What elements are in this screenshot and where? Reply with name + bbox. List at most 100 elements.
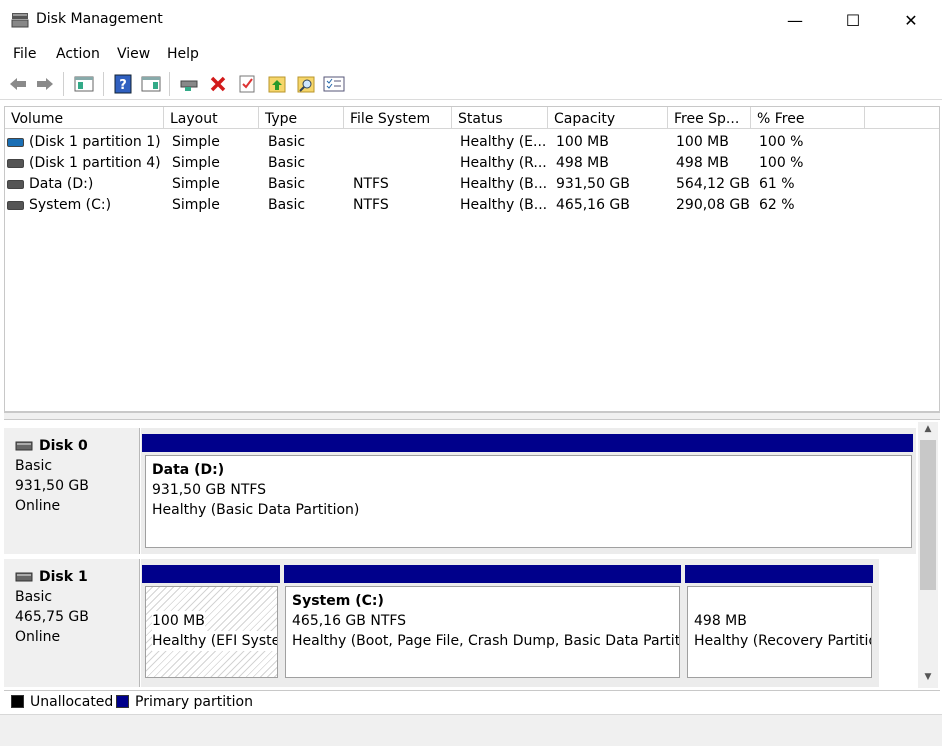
help-button[interactable]: ? — [111, 72, 135, 96]
search-folder-icon — [297, 76, 315, 93]
column-header-free-space[interactable]: Free Sp... — [668, 107, 751, 129]
volume-icon — [7, 138, 24, 147]
column-header-file-system[interactable]: File System — [344, 107, 452, 129]
back-arrow-icon — [10, 78, 26, 90]
folder-up-icon — [268, 76, 286, 93]
column-header-volume[interactable]: Volume — [5, 107, 164, 129]
disk-size: 931,50 GB — [15, 478, 89, 494]
check-button[interactable] — [235, 72, 259, 96]
volume-icon — [7, 159, 24, 168]
partition-efi[interactable]: 100 MB Healthy (EFI System Partition) — [145, 586, 278, 678]
table-cell-capacity: 931,50 GB — [556, 176, 630, 192]
partition-bar — [142, 434, 913, 452]
column-header-capacity[interactable]: Capacity — [548, 107, 668, 129]
table-cell-pct: 100 % — [759, 155, 804, 171]
pane-splitter[interactable] — [4, 412, 940, 420]
legend-label-unallocated: Unallocated — [30, 694, 114, 710]
volume-icon — [7, 180, 24, 189]
disk-type: Basic — [15, 589, 53, 605]
back-button[interactable] — [6, 72, 30, 96]
partition-title — [152, 591, 277, 611]
partition-system-c[interactable]: System (C:) 465,16 GB NTFS Healthy (Boot… — [285, 586, 680, 678]
table-cell-fs: NTFS — [353, 197, 389, 213]
toolbar-separator — [63, 72, 64, 96]
maximize-icon: ☐ — [845, 10, 861, 30]
table-cell-fs: NTFS — [353, 176, 389, 192]
table-cell-volume: Data (D:) — [29, 176, 94, 192]
status-bar — [0, 714, 942, 746]
table-cell-status: Healthy (E... — [460, 134, 546, 150]
legend-label-primary: Primary partition — [135, 694, 253, 710]
disk-name: Disk 1 — [39, 569, 88, 585]
partition-data-d[interactable]: Data (D:) 931,50 GB NTFS Healthy (Basic … — [145, 455, 912, 548]
volume-icon — [7, 201, 24, 210]
svg-text:?: ? — [119, 78, 127, 93]
menu-view[interactable]: View — [117, 46, 150, 62]
properties-pane-icon — [141, 76, 161, 92]
table-cell-capacity: 100 MB — [556, 134, 609, 150]
table-cell-status: Healthy (B... — [460, 176, 546, 192]
close-button[interactable]: ✕ — [882, 0, 940, 40]
legend-swatch-primary — [116, 695, 129, 708]
table-cell-pct: 61 % — [759, 176, 795, 192]
disk-1-label[interactable]: Disk 1 Basic 465,75 GB Online — [4, 559, 140, 687]
connect-disk-button[interactable] — [178, 72, 202, 96]
partition-recovery[interactable]: 498 MB Healthy (Recovery Partition) — [687, 586, 872, 678]
scroll-down-icon[interactable]: ▼ — [920, 672, 936, 686]
properties-button[interactable] — [139, 72, 163, 96]
console-tree-icon — [74, 76, 94, 92]
forward-button[interactable] — [33, 72, 57, 96]
table-cell-pct: 100 % — [759, 134, 804, 150]
search-button[interactable] — [294, 72, 318, 96]
delete-x-icon — [210, 76, 226, 92]
partition-bar — [685, 565, 873, 583]
list-view-button[interactable] — [322, 72, 346, 96]
legend-swatch-unallocated — [11, 695, 24, 708]
table-cell-type: Basic — [268, 176, 306, 192]
help-icon: ? — [114, 74, 132, 94]
table-cell-pct: 62 % — [759, 197, 795, 213]
partition-status: Healthy (EFI System Partition) — [152, 631, 277, 651]
column-header-type[interactable]: Type — [259, 107, 344, 129]
show-hide-console-button[interactable] — [72, 72, 96, 96]
table-cell-type: Basic — [268, 155, 306, 171]
table-cell-free: 290,08 GB — [676, 197, 750, 213]
table-cell-layout: Simple — [172, 134, 220, 150]
forward-arrow-icon — [37, 78, 53, 90]
minimize-icon: — — [787, 10, 803, 30]
toolbar-separator — [103, 72, 104, 96]
scrollbar-thumb[interactable] — [920, 440, 936, 590]
disk-0-label[interactable]: Disk 0 Basic 931,50 GB Online — [4, 428, 140, 554]
disk-management-app-icon — [11, 13, 29, 28]
disk-name: Disk 0 — [39, 438, 88, 454]
column-header-status[interactable]: Status — [452, 107, 548, 129]
table-cell-free: 100 MB — [676, 134, 729, 150]
delete-button[interactable] — [206, 72, 230, 96]
table-cell-free: 564,12 GB — [676, 176, 750, 192]
minimize-button[interactable]: — — [766, 0, 824, 40]
partition-title: Data (D:) — [152, 462, 225, 478]
table-cell-capacity: 465,16 GB — [556, 197, 630, 213]
scroll-up-icon[interactable]: ▲ — [920, 424, 936, 438]
partition-size: 931,50 GB NTFS — [152, 482, 267, 498]
column-header-percent-free[interactable]: % Free — [751, 107, 865, 129]
table-cell-fs — [353, 155, 451, 176]
disk-size: 465,75 GB — [15, 609, 89, 625]
table-cell-free: 498 MB — [676, 155, 729, 171]
maximize-button[interactable]: ☐ — [824, 0, 882, 40]
import-button[interactable] — [265, 72, 289, 96]
toolbar-separator — [169, 72, 170, 96]
menu-action[interactable]: Action — [56, 46, 100, 62]
partition-size: 498 MB — [694, 613, 747, 629]
table-cell-type: Basic — [268, 134, 306, 150]
column-header-empty — [865, 107, 939, 129]
table-cell-layout: Simple — [172, 176, 220, 192]
menu-file[interactable]: File — [13, 46, 36, 62]
table-cell-capacity: 498 MB — [556, 155, 609, 171]
window-title: Disk Management — [36, 11, 163, 27]
disk-type: Basic — [15, 458, 53, 474]
column-header-layout[interactable]: Layout — [164, 107, 259, 129]
table-cell-volume: (Disk 1 partition 1) — [29, 134, 161, 150]
disk-drive-icon — [15, 572, 33, 582]
menu-help[interactable]: Help — [167, 46, 199, 62]
